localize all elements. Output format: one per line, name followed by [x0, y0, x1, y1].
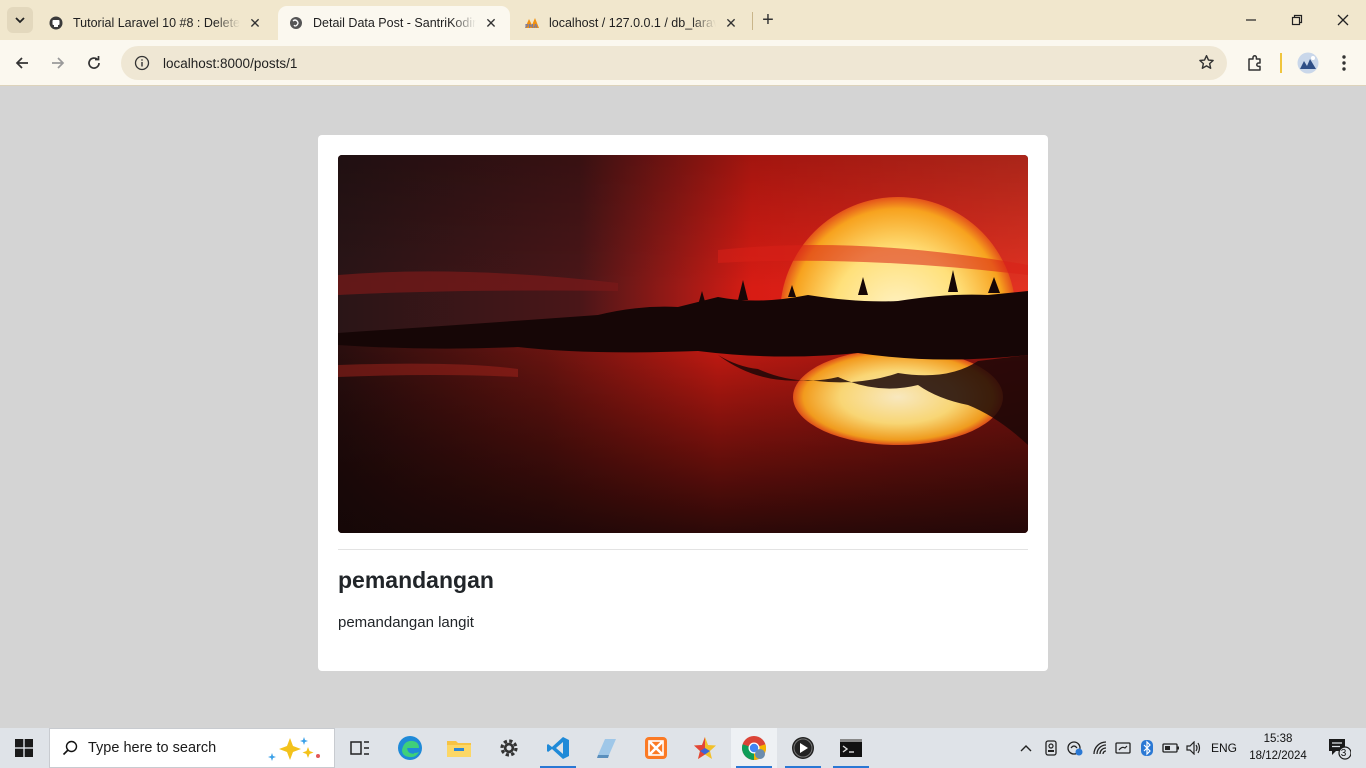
- tab-laravel-tutorial[interactable]: Tutorial Laravel 10 #8 : Delete Data ✕: [38, 6, 274, 40]
- tab-search-button[interactable]: [7, 7, 33, 33]
- tab-separator: [752, 12, 753, 30]
- notification-count-badge: 3: [1340, 748, 1347, 759]
- bluetooth-icon: [1141, 740, 1153, 756]
- search-placeholder: Type here to search: [88, 740, 217, 756]
- reload-button[interactable]: [80, 49, 108, 77]
- battery-icon: [1162, 743, 1179, 753]
- url-text[interactable]: localhost:8000/posts/1: [163, 56, 297, 71]
- post-image: [338, 155, 1028, 533]
- search-icon: [62, 740, 78, 756]
- close-icon[interactable]: ✕: [722, 14, 740, 32]
- show-hidden-icons-button[interactable]: [1016, 728, 1036, 768]
- close-icon[interactable]: ✕: [246, 14, 264, 32]
- file-explorer-app[interactable]: [436, 728, 482, 768]
- edge-app[interactable]: [387, 728, 433, 768]
- chrome-app[interactable]: [731, 728, 777, 768]
- close-window-button[interactable]: [1320, 0, 1366, 40]
- input-language-indicator[interactable]: ENG: [1207, 728, 1241, 768]
- language-label: ENG: [1210, 741, 1237, 755]
- media-player-icon: [792, 737, 814, 759]
- task-view-icon: [350, 741, 369, 755]
- laravel-tab-icon: [48, 15, 64, 31]
- starred-app[interactable]: [682, 728, 728, 768]
- tab-detail-post[interactable]: Detail Data Post - SantriKoding ✕: [278, 6, 510, 40]
- post-title: pemandangan: [338, 567, 494, 593]
- browser-tab-strip: Tutorial Laravel 10 #8 : Delete Data ✕ D…: [0, 0, 1366, 40]
- post-content: pemandangan langit: [338, 614, 474, 631]
- copilot-sparkle-icon[interactable]: [266, 735, 326, 768]
- onedrive-tray-icon[interactable]: [1064, 728, 1086, 768]
- globe-icon: [288, 15, 304, 31]
- projector-tray-icon[interactable]: [1112, 728, 1134, 768]
- page-viewport: pemandangan pemandangan langit: [0, 87, 1366, 728]
- network-tray-icon[interactable]: [1089, 728, 1111, 768]
- back-button[interactable]: [8, 49, 36, 77]
- extensions-icon[interactable]: [1243, 51, 1267, 75]
- windows-taskbar: Type here to search ENG 15:38 18/12/2024…: [0, 728, 1366, 768]
- address-bar[interactable]: localhost:8000/posts/1: [121, 46, 1227, 80]
- vscode-icon: [547, 737, 569, 759]
- bluetooth-tray-icon[interactable]: [1137, 728, 1157, 768]
- bookmark-star-icon[interactable]: [1198, 54, 1215, 76]
- forward-button[interactable]: [44, 49, 72, 77]
- restore-icon: [1291, 14, 1303, 26]
- tab-title: Tutorial Laravel 10 #8 : Delete Data: [73, 16, 240, 30]
- tab-phpmyadmin[interactable]: PMA localhost / 127.0.0.1 / db_laravel ✕: [514, 6, 750, 40]
- phpmyadmin-icon: PMA: [524, 15, 540, 31]
- tab-title: localhost / 127.0.0.1 / db_laravel: [549, 16, 716, 30]
- site-info-icon[interactable]: [127, 55, 157, 71]
- windows-logo-icon: [15, 739, 33, 757]
- minimize-button[interactable]: [1228, 0, 1274, 40]
- chevron-down-icon: [15, 17, 25, 24]
- arrow-right-icon: [52, 57, 65, 69]
- starred-app-icon: [694, 737, 716, 759]
- meet-now-tray-icon[interactable]: [1040, 728, 1062, 768]
- browser-menu-icon[interactable]: [1332, 51, 1356, 75]
- volume-tray-icon[interactable]: [1184, 728, 1204, 768]
- device-icon: [1045, 740, 1057, 756]
- wifi-icon: [1093, 741, 1107, 755]
- start-button[interactable]: [0, 728, 48, 768]
- edge-icon: [398, 736, 422, 760]
- task-view-button[interactable]: [337, 728, 383, 768]
- new-tab-button[interactable]: +: [758, 9, 778, 31]
- tab-title: Detail Data Post - SantriKoding: [313, 16, 476, 30]
- toolbar-divider: [1280, 53, 1282, 73]
- reload-icon: [88, 56, 100, 69]
- svg-text:PMA: PMA: [525, 24, 538, 29]
- taskbar-search-box[interactable]: Type here to search: [49, 728, 335, 768]
- profile-avatar-icon[interactable]: [1296, 51, 1320, 75]
- settings-icon: [500, 739, 518, 757]
- browser-toolbar: localhost:8000/posts/1: [0, 40, 1366, 86]
- battery-tray-icon[interactable]: [1160, 728, 1182, 768]
- notepad-app[interactable]: [584, 728, 630, 768]
- sunset-image: [338, 155, 1028, 533]
- xampp-icon: [645, 737, 667, 759]
- cloud-status-icon: [1067, 741, 1083, 756]
- minimize-icon: [1246, 19, 1256, 21]
- file-explorer-icon: [447, 741, 471, 757]
- chevron-up-icon: [1020, 745, 1032, 752]
- post-divider: [338, 549, 1028, 550]
- close-icon[interactable]: ✕: [482, 14, 500, 32]
- terminal-app[interactable]: [828, 728, 874, 768]
- chrome-icon: [741, 736, 767, 760]
- taskbar-clock[interactable]: 15:38 18/12/2024: [1243, 731, 1313, 765]
- post-detail-card: pemandangan pemandangan langit: [318, 135, 1048, 671]
- clock-time: 15:38: [1263, 733, 1293, 745]
- vscode-app[interactable]: [535, 728, 581, 768]
- display-icon: [1115, 742, 1131, 754]
- terminal-icon: [840, 739, 862, 757]
- notification-center-button[interactable]: 3: [1318, 728, 1358, 768]
- arrow-left-icon: [15, 57, 28, 69]
- media-player-app[interactable]: [780, 728, 826, 768]
- close-icon: [1337, 14, 1349, 26]
- speaker-icon: [1186, 741, 1201, 755]
- restore-button[interactable]: [1274, 0, 1320, 40]
- xampp-app[interactable]: [633, 728, 679, 768]
- notepad-icon: [597, 739, 616, 758]
- clock-date: 18/12/2024: [1249, 750, 1307, 762]
- settings-app[interactable]: [486, 728, 532, 768]
